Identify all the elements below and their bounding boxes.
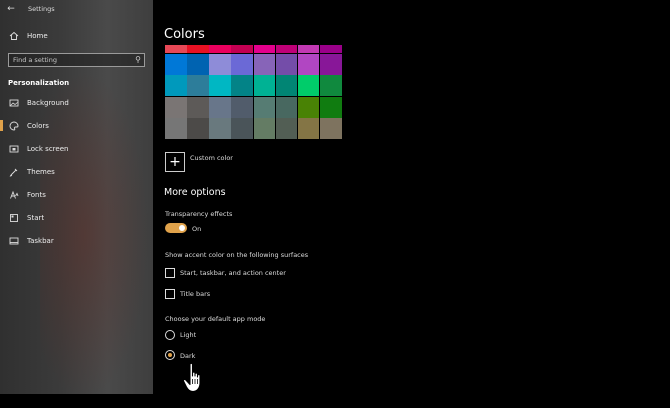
themes-icon (8, 166, 20, 178)
sidebar-item-label: Background (27, 98, 69, 107)
color-swatch[interactable] (209, 118, 231, 139)
start-taskbar-checkbox[interactable] (165, 268, 175, 278)
swatch-row (165, 118, 342, 140)
color-swatch[interactable] (253, 75, 276, 96)
picture-icon (8, 97, 20, 109)
dark-radio[interactable] (165, 350, 175, 360)
page-title: Colors (164, 27, 205, 42)
sidebar-item-label: Fonts (27, 190, 46, 199)
sidebar-item-label: Home (27, 31, 48, 40)
color-swatch[interactable] (319, 75, 342, 96)
start-taskbar-checkbox-label[interactable]: Start, taskbar, and action center (180, 269, 286, 277)
sidebar-item-label: Colors (27, 121, 49, 130)
app-mode-label: Choose your default app mode (165, 315, 266, 323)
sidebar-item-colors[interactable]: Colors (0, 114, 153, 137)
back-arrow-icon[interactable]: ← (0, 0, 22, 18)
swatch-row (165, 96, 342, 119)
title-bars-checkbox[interactable] (165, 289, 175, 299)
color-swatch[interactable] (297, 75, 320, 96)
swatch-row (165, 75, 342, 97)
sidebar-item-background[interactable]: Background (0, 91, 153, 114)
accent-surfaces-label: Show accent color on the following surfa… (165, 251, 309, 259)
sidebar-item-label: Themes (27, 167, 55, 176)
color-swatch[interactable] (231, 53, 253, 75)
sidebar-item-home[interactable]: Home (0, 24, 153, 47)
more-options-heading: More options (164, 187, 226, 198)
color-swatch[interactable] (187, 45, 209, 53)
color-swatch[interactable] (231, 96, 253, 118)
lock-screen-icon (8, 143, 20, 155)
color-swatch[interactable] (275, 118, 298, 139)
sidebar-item-fonts[interactable]: Fonts (0, 183, 153, 206)
color-swatch[interactable] (165, 53, 187, 75)
color-swatch[interactable] (253, 118, 276, 139)
color-swatch[interactable] (275, 53, 298, 75)
color-swatch[interactable] (165, 75, 187, 96)
color-swatch[interactable] (253, 96, 276, 118)
search-box[interactable]: ⚲ (8, 53, 145, 67)
toggle-knob (179, 225, 185, 231)
color-swatch[interactable] (187, 53, 209, 75)
app-title: Settings (28, 5, 55, 13)
dark-radio-label[interactable]: Dark (180, 352, 195, 360)
color-swatch[interactable] (275, 75, 298, 96)
color-swatch[interactable] (253, 45, 276, 53)
transparency-state: On (192, 225, 202, 233)
fonts-icon (8, 189, 20, 201)
color-swatch[interactable] (231, 118, 253, 139)
title-bar: ← Settings (0, 0, 153, 18)
color-swatch[interactable] (319, 53, 342, 75)
color-swatch[interactable] (209, 45, 231, 53)
light-radio-label[interactable]: Light (180, 331, 196, 339)
color-swatch[interactable] (275, 96, 298, 118)
sidebar-item-taskbar[interactable]: Taskbar (0, 229, 153, 252)
sidebar-item-start[interactable]: Start (0, 206, 153, 229)
color-swatch[interactable] (209, 53, 231, 75)
color-swatch[interactable] (165, 96, 187, 118)
light-radio[interactable] (165, 330, 175, 340)
color-swatch[interactable] (209, 75, 231, 96)
taskbar-icon (8, 235, 20, 247)
color-swatch[interactable] (253, 53, 276, 75)
color-swatch[interactable] (231, 75, 253, 96)
color-swatch[interactable] (187, 96, 209, 118)
search-input[interactable] (13, 56, 133, 64)
color-swatch[interactable] (165, 45, 187, 53)
color-swatch[interactable] (209, 96, 231, 118)
sidebar-item-lock-screen[interactable]: Lock screen (0, 137, 153, 160)
custom-color-button[interactable]: + Custom color (165, 152, 233, 172)
swatch-row (165, 45, 342, 54)
color-swatch[interactable] (165, 118, 187, 139)
color-swatch[interactable] (275, 45, 298, 53)
section-title: Personalization (8, 79, 70, 87)
main-content: Colors + Custom color More options Trans… (153, 0, 670, 394)
custom-color-label: Custom color (190, 154, 233, 162)
swatch-row (165, 53, 342, 76)
color-swatch[interactable] (297, 118, 320, 139)
color-swatch[interactable] (297, 96, 320, 118)
color-swatch[interactable] (187, 75, 209, 96)
home-icon (8, 30, 20, 42)
color-swatch[interactable] (319, 45, 342, 53)
sidebar-item-label: Lock screen (27, 144, 69, 153)
plus-icon[interactable]: + (165, 152, 185, 172)
color-swatch[interactable] (319, 96, 342, 118)
title-bars-checkbox-label[interactable]: Title bars (180, 290, 210, 298)
hand-cursor-icon (182, 362, 201, 393)
color-swatch[interactable] (297, 53, 320, 75)
search-icon[interactable]: ⚲ (135, 55, 141, 64)
sidebar-item-label: Taskbar (27, 236, 54, 245)
color-swatch[interactable] (319, 118, 342, 139)
sidebar-item-label: Start (27, 213, 45, 222)
sidebar: ← Settings Home ⚲ Personalization Backgr… (0, 0, 153, 394)
start-icon (8, 212, 20, 224)
transparency-label: Transparency effects (165, 210, 233, 218)
color-swatch[interactable] (187, 118, 209, 139)
color-swatch-grid (165, 45, 342, 140)
color-swatch[interactable] (231, 45, 253, 53)
transparency-toggle[interactable] (165, 223, 187, 233)
color-swatch[interactable] (297, 45, 320, 53)
palette-icon (8, 120, 20, 132)
sidebar-item-themes[interactable]: Themes (0, 160, 153, 183)
